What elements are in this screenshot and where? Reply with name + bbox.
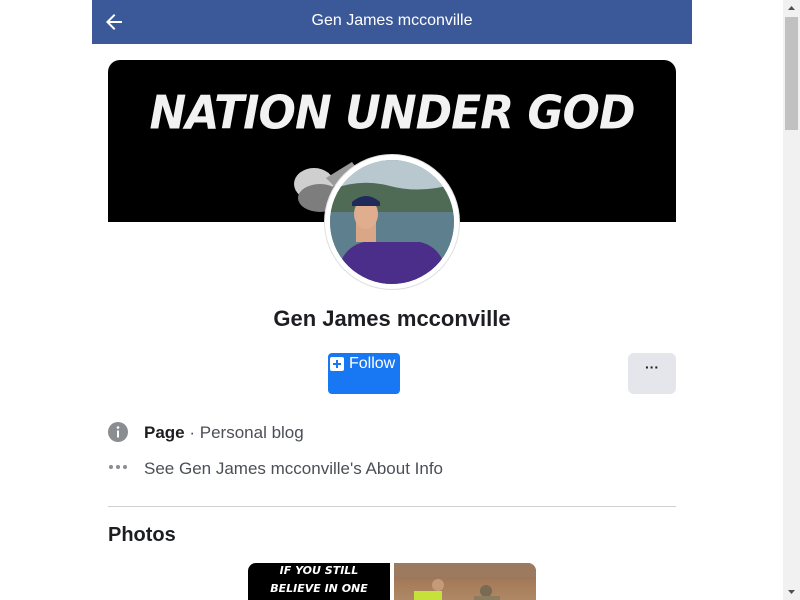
scrollbar-thumb[interactable]: [785, 17, 798, 130]
ellipsis-icon: [108, 458, 128, 478]
profile-name: Gen James mcconville: [273, 306, 511, 331]
header-title: Gen James mcconville: [311, 12, 473, 29]
category-row: Page · Personal blog: [108, 422, 676, 446]
about-info-link[interactable]: See Gen James mcconville's About Info: [144, 459, 443, 479]
photo-thumbnail[interactable]: [394, 563, 536, 600]
scroll-up-arrow-icon[interactable]: [783, 0, 800, 17]
vertical-scrollbar[interactable]: [783, 0, 800, 600]
profile-avatar[interactable]: [330, 160, 454, 284]
info-icon: [108, 422, 128, 442]
scroll-down-arrow-icon[interactable]: [783, 583, 800, 600]
avatar-photo: [330, 160, 454, 284]
section-divider: [108, 506, 676, 507]
photo-caption-line: BELIEVE IN ONE: [270, 582, 368, 595]
photo-caption-line: IF YOU STILL: [279, 564, 359, 577]
category-separator: ·: [184, 423, 200, 442]
photo-image: [394, 563, 536, 600]
cover-text: NATION UNDER GOD: [149, 86, 636, 141]
top-bar: Gen James mcconville: [92, 0, 692, 44]
photo-thumbnail[interactable]: IF YOU STILL BELIEVE IN ONE: [248, 563, 390, 600]
more-options-button[interactable]: ···: [628, 353, 676, 394]
photos-heading: Photos: [108, 524, 176, 546]
follow-button[interactable]: Follow: [328, 353, 400, 394]
about-row[interactable]: See Gen James mcconville's About Info: [108, 458, 676, 482]
more-dots-icon: ···: [645, 359, 659, 375]
category-value: Personal blog: [199, 423, 304, 442]
page: Gen James mcconville NATION UNDER GOD Ge…: [0, 0, 800, 600]
category-label: Page: [144, 423, 185, 442]
plus-square-icon: [330, 357, 344, 371]
follow-button-label: Follow: [349, 355, 396, 372]
category-text: Page · Personal blog: [144, 423, 304, 443]
